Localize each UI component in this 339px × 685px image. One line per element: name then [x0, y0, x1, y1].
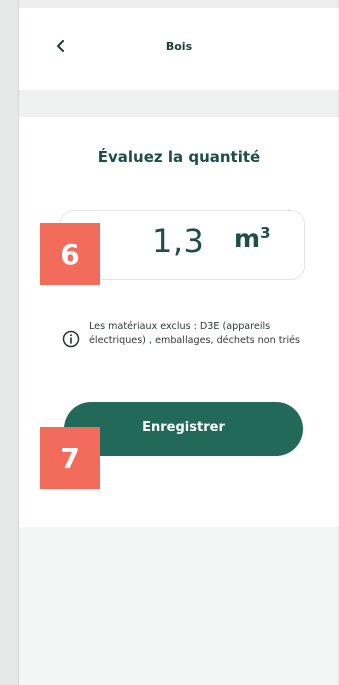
page-title: Bois [165, 40, 193, 53]
annotation-badge: 6 [40, 223, 100, 285]
quantity-value: 1,3 [152, 222, 205, 260]
quantity-unit-base: m [234, 224, 261, 253]
header-separator [19, 90, 339, 117]
status-strip [19, 0, 339, 8]
device-frame-edge [0, 0, 18, 685]
quantity-unit-exponent: 3 [260, 224, 271, 242]
exclusion-info: Les matériaux exclus : D3E (appareils él… [62, 318, 312, 366]
quantity-heading: Évaluez la quantité [97, 148, 261, 166]
info-icon [62, 330, 80, 348]
exclusion-text: Les matériaux exclus : D3E (appareils él… [89, 321, 301, 346]
annotation-badge: 7 [40, 427, 100, 489]
quantity-unit: m3 [234, 224, 271, 253]
app-header: Bois [19, 8, 339, 90]
